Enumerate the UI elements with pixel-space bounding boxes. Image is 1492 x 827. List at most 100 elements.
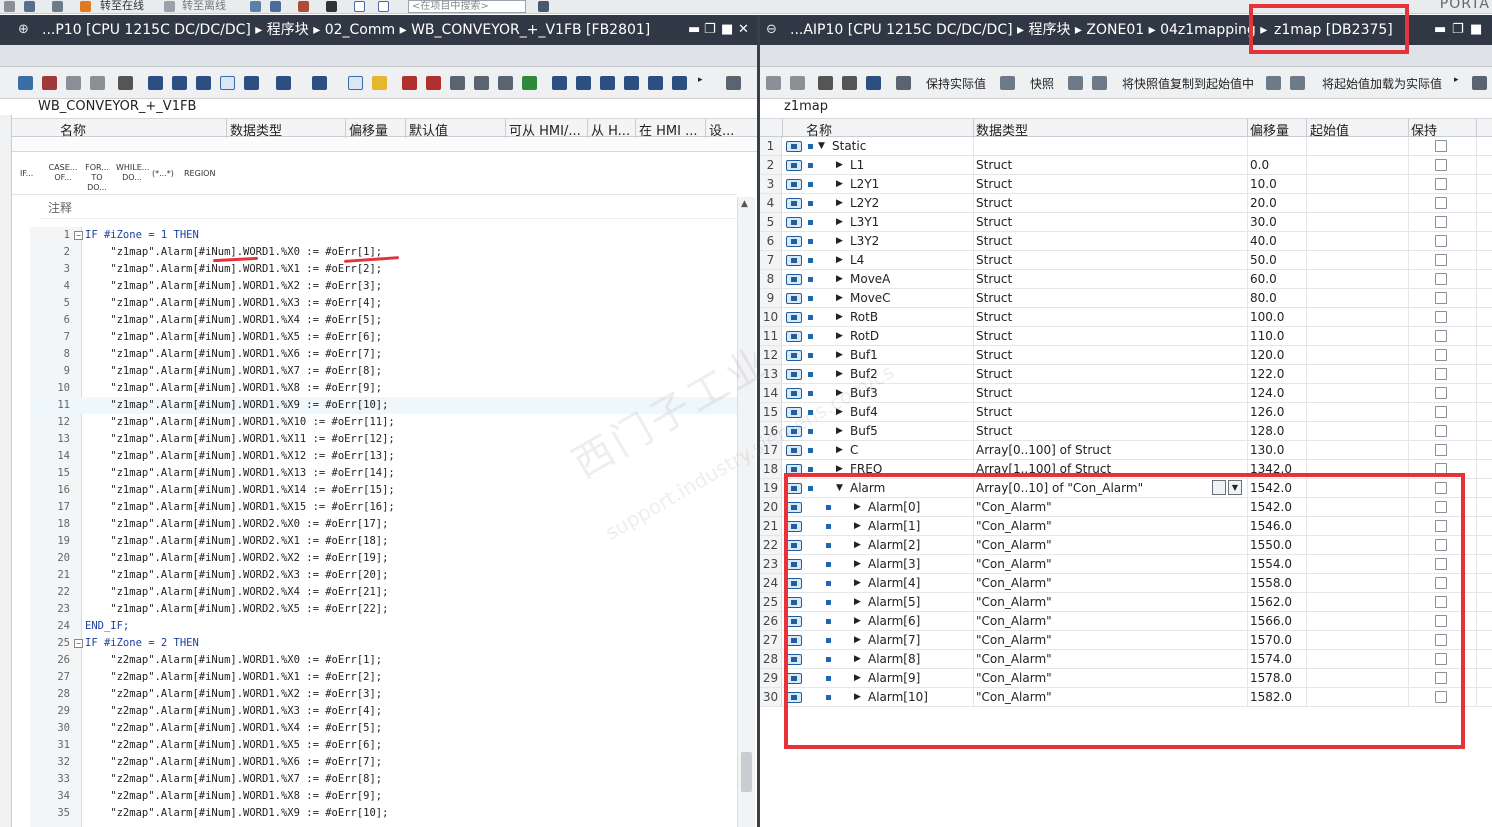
code-line[interactable]: 4 "z1map".Alarm[#iNum].WORD1.%X2 := #oEr… — [30, 278, 737, 295]
search-icon[interactable] — [538, 1, 549, 12]
expand-closed-icon[interactable]: ▶ — [836, 213, 843, 231]
tab-icon[interactable] — [624, 76, 639, 90]
go-to-icon[interactable] — [276, 76, 291, 90]
code-line[interactable]: 32 "z2map".Alarm[#iNum].WORD1.%X6 := #oE… — [30, 754, 737, 771]
save-icon[interactable] — [4, 1, 15, 12]
retain-checkbox[interactable] — [1435, 254, 1447, 266]
member-type[interactable]: Struct — [976, 175, 1012, 193]
more-chevron-icon[interactable]: ▸ — [698, 75, 703, 85]
table-row[interactable]: 7 ▶ L4 Struct 50.0 — [760, 251, 1492, 270]
add-row-icon[interactable] — [90, 76, 105, 90]
code-line[interactable]: 31 "z2map".Alarm[#iNum].WORD1.%X5 := #oE… — [30, 737, 737, 754]
code-line[interactable]: 27 "z2map".Alarm[#iNum].WORD1.%X1 := #oE… — [30, 669, 737, 686]
copy-snapshot-button[interactable]: 将快照值复制到起始值中 — [1122, 75, 1254, 92]
member-type[interactable]: Struct — [976, 270, 1012, 288]
restore-icon[interactable]: ❐ — [704, 15, 716, 45]
code-line[interactable]: 1− IF #iZone = 1 THEN — [30, 227, 737, 244]
project-search-input[interactable]: <在项目中搜索> — [408, 0, 526, 13]
retain-checkbox[interactable] — [1435, 178, 1447, 190]
table-row[interactable]: 6 ▶ L3Y2 Struct 40.0 — [760, 232, 1492, 251]
insert-row-icon[interactable] — [66, 76, 81, 90]
monitor-icon[interactable] — [118, 76, 133, 90]
table-row[interactable]: 10 ▶ RotB Struct 100.0 — [760, 308, 1492, 327]
member-type[interactable]: Array[0..100] of Struct — [976, 441, 1111, 459]
code-line[interactable]: 19 "z1map".Alarm[#iNum].WORD2.%X1 := #oE… — [30, 533, 737, 550]
code-line[interactable]: 22 "z1map".Alarm[#iNum].WORD2.%X4 := #oE… — [30, 584, 737, 601]
member-type[interactable]: Struct — [976, 289, 1012, 307]
expand-closed-icon[interactable]: ▶ — [836, 270, 843, 288]
code-line[interactable]: 35 "z2map".Alarm[#iNum].WORD1.%X9 := #oE… — [30, 805, 737, 822]
insert-row-icon[interactable] — [766, 76, 781, 90]
load-start-icon[interactable] — [1266, 76, 1281, 90]
table-row[interactable]: 11 ▶ RotD Struct 110.0 — [760, 327, 1492, 346]
table-row[interactable]: 12 ▶ Buf1 Struct 120.0 — [760, 346, 1492, 365]
code-line[interactable]: 15 "z1map".Alarm[#iNum].WORD1.%X13 := #o… — [30, 465, 737, 482]
snapshot-button[interactable]: 快照 — [1030, 75, 1054, 92]
maximize-icon[interactable]: ■ — [721, 15, 733, 45]
inst-comment[interactable]: (*...*) — [152, 169, 174, 179]
stop-cpu-icon[interactable] — [298, 1, 309, 12]
align-left-icon[interactable] — [552, 76, 567, 90]
expand-closed-icon[interactable]: ▶ — [836, 308, 843, 326]
table-row[interactable]: 17 ▶ C Array[0..100] of Struct 130.0 — [760, 441, 1492, 460]
expand-closed-icon[interactable]: ▶ — [836, 194, 843, 212]
member-type[interactable]: Struct — [976, 194, 1012, 212]
retain-checkbox[interactable] — [1435, 330, 1447, 342]
inst-region[interactable]: REGION — [184, 169, 215, 179]
download-icon[interactable] — [52, 1, 63, 12]
code-line[interactable]: 30 "z2map".Alarm[#iNum].WORD1.%X4 := #oE… — [30, 720, 737, 737]
panel-options-icon[interactable] — [1472, 76, 1487, 90]
print-icon[interactable] — [24, 1, 35, 12]
keep-actual-button[interactable]: 保持实际值 — [926, 75, 986, 92]
favorites-icon[interactable] — [372, 76, 387, 90]
retain-checkbox[interactable] — [1435, 311, 1447, 323]
member-name[interactable]: RotB — [850, 308, 878, 326]
load-all-icon[interactable] — [1290, 76, 1305, 90]
expand-all-icon[interactable] — [818, 76, 833, 90]
absolute-address-icon[interactable] — [348, 76, 363, 90]
pin-icon[interactable]: ⊕ — [18, 15, 29, 45]
retain-checkbox[interactable] — [1435, 368, 1447, 380]
inst-for[interactable]: FOR... TO DO... — [82, 163, 112, 193]
code-line[interactable]: 26 "z2map".Alarm[#iNum].WORD1.%X0 := #oE… — [30, 652, 737, 669]
align-center-icon[interactable] — [576, 76, 591, 90]
go-offline-icon[interactable] — [164, 1, 175, 12]
expand-closed-icon[interactable]: ▶ — [836, 441, 843, 459]
code-line[interactable]: 8 "z1map".Alarm[#iNum].WORD1.%X6 := #oEr… — [30, 346, 737, 363]
member-name[interactable]: MoveA — [850, 270, 890, 288]
retain-checkbox[interactable] — [1435, 387, 1447, 399]
retain-checkbox[interactable] — [1435, 140, 1447, 152]
inst-case[interactable]: CASE... OF... — [48, 163, 78, 183]
table-row[interactable]: 9 ▶ MoveC Struct 80.0 — [760, 289, 1492, 308]
member-name[interactable]: L2Y1 — [850, 175, 879, 193]
glasses-icon[interactable] — [896, 76, 911, 90]
collapse-all-icon[interactable] — [842, 76, 857, 90]
code-line[interactable]: 21 "z1map".Alarm[#iNum].WORD2.%X3 := #oE… — [30, 567, 737, 584]
col-default[interactable]: 默认值 — [409, 120, 448, 139]
code-line[interactable]: 34 "z2map".Alarm[#iNum].WORD1.%X8 := #oE… — [30, 788, 737, 805]
retain-checkbox[interactable] — [1435, 349, 1447, 361]
step-icon[interactable] — [450, 76, 465, 90]
code-line[interactable]: 25− IF #iZone = 2 THEN — [30, 635, 737, 652]
expand-closed-icon[interactable]: ▶ — [836, 175, 843, 193]
inst-while[interactable]: WHILE... DO... — [116, 163, 149, 183]
member-name[interactable]: Static — [832, 137, 866, 155]
bit-icon[interactable] — [648, 76, 663, 90]
pin-icon[interactable]: ⊖ — [766, 15, 777, 45]
table-row[interactable]: 4 ▶ L2Y2 Struct 20.0 — [760, 194, 1492, 213]
breakpoint-icon[interactable] — [402, 76, 417, 90]
split-horizontal-icon[interactable] — [354, 1, 365, 12]
code-line[interactable]: 29 "z2map".Alarm[#iNum].WORD1.%X3 := #oE… — [30, 703, 737, 720]
code-scrollbar[interactable]: ▲ — [737, 197, 755, 827]
fold-toggle-icon[interactable]: − — [74, 639, 83, 648]
copy-snapshot-icon[interactable] — [1068, 76, 1083, 90]
table-row[interactable]: 1 ▼ Static — [760, 137, 1492, 156]
member-type[interactable]: Struct — [976, 308, 1012, 326]
code-line[interactable]: 23 "z1map".Alarm[#iNum].WORD2.%X5 := #oE… — [30, 601, 737, 618]
inst-if[interactable]: IF... — [20, 169, 33, 179]
member-name[interactable]: Buf1 — [850, 346, 878, 364]
retain-checkbox[interactable] — [1435, 406, 1447, 418]
retain-checkbox[interactable] — [1435, 216, 1447, 228]
expand-closed-icon[interactable]: ▶ — [836, 232, 843, 250]
expand-closed-icon[interactable]: ▶ — [836, 289, 843, 307]
